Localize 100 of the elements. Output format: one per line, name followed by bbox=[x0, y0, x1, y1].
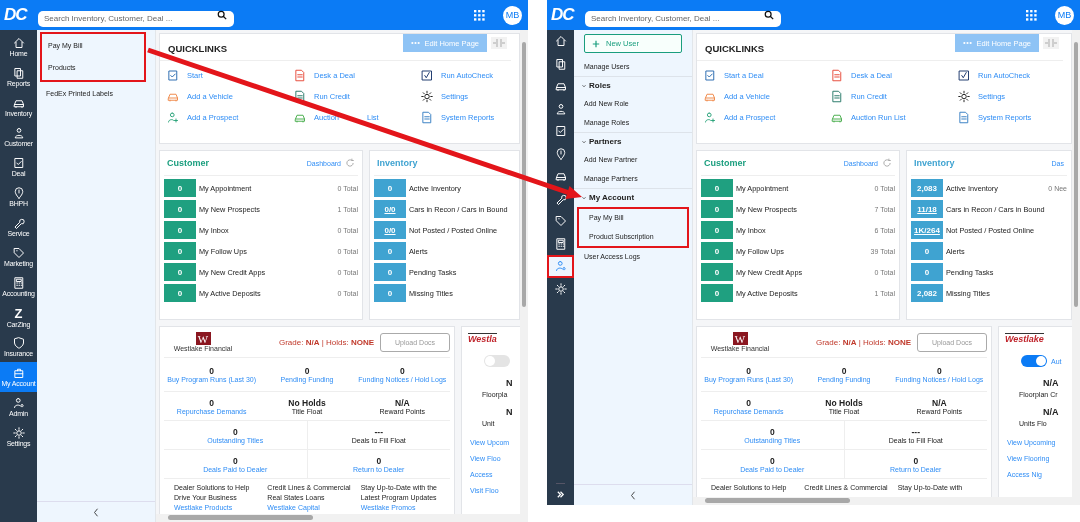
document-icon bbox=[958, 110, 970, 124]
count-badge[interactable]: 2,083 bbox=[911, 179, 943, 197]
stat-value: 0 bbox=[746, 366, 752, 376]
count-badge[interactable]: 0/0 bbox=[374, 221, 406, 239]
menu-group-header[interactable]: My Account bbox=[574, 188, 692, 207]
card-title: Inventory bbox=[377, 158, 418, 168]
card-title: Customer bbox=[704, 158, 746, 168]
settings-icon bbox=[958, 89, 970, 103]
count-badge[interactable]: 0 bbox=[374, 179, 406, 197]
stat-value: 0 bbox=[376, 455, 382, 466]
count-badge[interactable]: 0 bbox=[701, 179, 733, 197]
checklist-icon bbox=[12, 157, 25, 169]
count-badge[interactable]: 0 bbox=[701, 284, 733, 302]
horizontal-scrollbar[interactable] bbox=[693, 497, 1080, 505]
settings-icon bbox=[554, 282, 567, 295]
add-person-icon bbox=[704, 110, 716, 124]
checklist-icon bbox=[554, 125, 567, 138]
location-pin-icon bbox=[554, 147, 567, 160]
stat-value: 0 bbox=[399, 366, 405, 376]
search-icon bbox=[764, 10, 774, 20]
vertical-scrollbar[interactable] bbox=[1072, 30, 1080, 497]
logo: DC bbox=[551, 5, 576, 25]
count-badge[interactable]: 0 bbox=[701, 221, 733, 239]
count-badge[interactable]: 0 bbox=[164, 221, 196, 239]
grade-text: Grade: N/A | Holds: NONE bbox=[816, 337, 911, 347]
stat-value: --- bbox=[374, 426, 383, 437]
calculator-icon bbox=[12, 277, 25, 289]
avatar[interactable]: MB bbox=[1055, 5, 1074, 25]
count-badge[interactable]: 11/18 bbox=[911, 200, 943, 218]
count-badge[interactable]: 0 bbox=[164, 284, 196, 302]
card-title: QUICKLINKS bbox=[167, 42, 229, 54]
stat-value: 0 bbox=[936, 366, 942, 376]
logo-text: Westla bbox=[468, 333, 497, 344]
stat-value: No Holds bbox=[288, 397, 326, 408]
expand-icon[interactable] bbox=[556, 483, 565, 499]
count-badge[interactable]: 0 bbox=[911, 263, 943, 281]
stat-value: 0 bbox=[841, 366, 847, 376]
chevron-down-icon bbox=[581, 138, 587, 145]
stat-value: No Holds bbox=[825, 397, 863, 408]
count-badge[interactable]: 0 bbox=[164, 179, 196, 197]
wrench-icon bbox=[554, 192, 567, 205]
car-icon bbox=[12, 97, 25, 109]
car-icon bbox=[554, 80, 567, 93]
checkbox-icon bbox=[421, 68, 433, 82]
count-badge[interactable]: 0 bbox=[164, 242, 196, 260]
more-icon bbox=[963, 41, 973, 45]
document-icon bbox=[421, 110, 433, 124]
collapse-icon[interactable] bbox=[93, 507, 99, 517]
logo: DC bbox=[4, 5, 29, 25]
logo-mark: W bbox=[732, 332, 748, 345]
count-badge[interactable]: 0 bbox=[701, 242, 733, 260]
stat-value: 0 bbox=[769, 426, 775, 437]
stat-value: N bbox=[506, 407, 513, 417]
count-badge[interactable]: 1K/264 bbox=[911, 221, 943, 239]
stat-value: N/A bbox=[1043, 407, 1059, 417]
search-icon bbox=[217, 10, 227, 20]
stat-value: 0 bbox=[304, 366, 310, 376]
count-badge[interactable]: 0 bbox=[911, 242, 943, 260]
stat-value: N/A bbox=[1043, 378, 1059, 388]
stat-value: N/A bbox=[932, 397, 947, 408]
count-badge[interactable]: 0 bbox=[164, 200, 196, 218]
home-icon bbox=[554, 35, 567, 48]
person-icon bbox=[12, 127, 25, 139]
tag-icon bbox=[12, 247, 25, 259]
user-gear-icon bbox=[12, 397, 25, 409]
documents-icon bbox=[12, 67, 25, 79]
document-icon bbox=[831, 89, 843, 103]
briefcase-icon bbox=[12, 367, 25, 379]
settings-icon bbox=[12, 427, 25, 439]
count-badge[interactable]: 0 bbox=[701, 200, 733, 218]
count-badge[interactable]: 0/0 bbox=[374, 200, 406, 218]
count-badge[interactable]: 0 bbox=[701, 263, 733, 281]
stat-value: 0 bbox=[232, 455, 238, 466]
count-badge[interactable]: 0 bbox=[164, 263, 196, 281]
document-icon bbox=[294, 68, 306, 82]
count-badge[interactable]: 0 bbox=[374, 284, 406, 302]
search-field[interactable]: Search Inventory, Customer, Deal ... bbox=[585, 10, 781, 27]
stat-value: 0 bbox=[209, 397, 215, 408]
apps-icon[interactable] bbox=[1026, 9, 1037, 21]
document-icon bbox=[831, 68, 843, 82]
location-pin-icon bbox=[12, 187, 25, 199]
settings-icon bbox=[421, 89, 433, 103]
count-badge[interactable]: 0 bbox=[374, 263, 406, 281]
horizontal-scrollbar[interactable] bbox=[156, 514, 528, 522]
avatar[interactable]: MB bbox=[503, 5, 522, 25]
car-icon bbox=[554, 170, 567, 183]
apps-icon[interactable] bbox=[474, 9, 485, 21]
toggle-switch[interactable] bbox=[484, 355, 510, 367]
toggle-switch[interactable] bbox=[1021, 355, 1047, 367]
chevron-down-icon bbox=[581, 82, 587, 89]
wrench-icon bbox=[12, 217, 25, 229]
menu-group-header[interactable]: Partners bbox=[574, 132, 692, 151]
vertical-scrollbar[interactable] bbox=[520, 30, 528, 514]
collapse-icon[interactable] bbox=[630, 490, 636, 500]
plus-icon bbox=[592, 39, 600, 48]
count-badge[interactable]: 2,082 bbox=[911, 284, 943, 302]
menu-group-header[interactable]: Roles bbox=[574, 76, 692, 95]
stat-value: 0 bbox=[232, 426, 238, 437]
count-badge[interactable]: 0 bbox=[374, 242, 406, 260]
search-field[interactable]: Search Inventory, Customer, Deal ... bbox=[38, 10, 234, 27]
